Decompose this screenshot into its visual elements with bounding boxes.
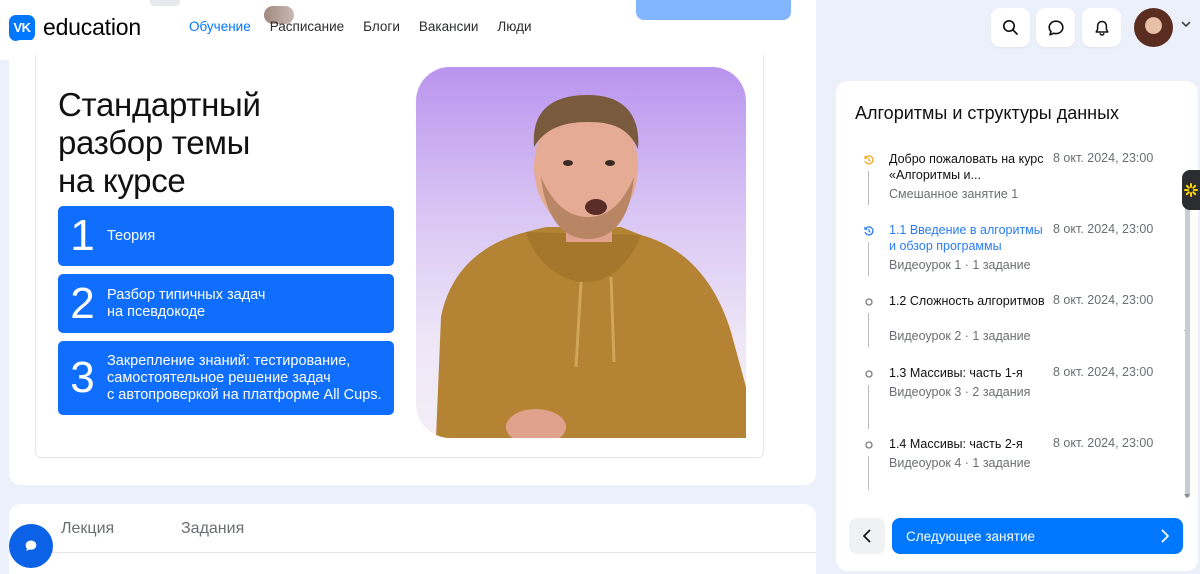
lesson-tabs: Лекция Задания	[9, 504, 816, 574]
scrolled-button-fragment	[636, 0, 791, 20]
lesson-date: 8 окт. 2024, 23:00	[1053, 222, 1154, 236]
messages-button[interactable]	[1036, 8, 1075, 47]
step-text-line: Разбор типичных задач	[107, 286, 266, 303]
lesson-item[interactable]: 1.4 Массивы: часть 2-я Видеоурок 4 · 1 з…	[864, 436, 1174, 502]
scrolled-content-fragment	[150, 0, 180, 6]
lesson-meta: Смешанное занятие 1	[889, 187, 1019, 201]
slide-title: Стандартный разбор темы на курсе	[58, 86, 261, 200]
nav-item-blogs[interactable]: Блоги	[363, 19, 400, 34]
circle-icon	[865, 370, 873, 378]
lesson-item[interactable]: 1.2 Сложность алгоритмов Видеоурок 2 · 1…	[864, 293, 1174, 359]
avatar[interactable]	[1134, 8, 1173, 47]
slide-step-3: 3 Закрепление знаний: тестирование, само…	[58, 341, 394, 415]
step-number: 3	[70, 353, 95, 402]
step-text: Закрепление знаний: тестирование, самост…	[107, 353, 382, 404]
lesson-timeline-line	[868, 171, 869, 205]
slide-title-line: Стандартный	[58, 86, 261, 123]
search-icon	[1002, 19, 1018, 35]
tab-lecture[interactable]: Лекция	[61, 520, 114, 538]
next-lesson-label: Следующее занятие	[906, 528, 1036, 544]
step-text-line: самостоятельное решение задач	[107, 369, 331, 386]
step-text: Разбор типичных задач на псевдокоде	[107, 287, 265, 321]
sidebar-scrollbar[interactable]	[1185, 178, 1190, 498]
lesson-item-current[interactable]: 1.1 Введение в алгоритмы и обзор програм…	[864, 222, 1174, 288]
lesson-date: 8 окт. 2024, 23:00	[1053, 151, 1154, 165]
tab-assignments[interactable]: Задания	[181, 520, 244, 538]
lesson-item[interactable]: 1.3 Массивы: часть 1-я Видеоурок 3 · 2 з…	[864, 365, 1174, 431]
brand-name: education	[43, 14, 141, 40]
vk-logo-icon: VK	[9, 14, 35, 41]
nav-item-people[interactable]: Люди	[497, 19, 531, 34]
support-chat-button[interactable]	[9, 524, 53, 568]
lesson-meta: Видеоурок 1 · 1 задание	[889, 258, 1031, 272]
chevron-right-icon	[1161, 529, 1169, 543]
next-lesson-button[interactable]: Следующее занятие	[892, 518, 1183, 554]
slide-title-line: на курсе	[58, 162, 186, 199]
lecturer-illustration	[436, 95, 746, 438]
sparkle-icon	[1184, 183, 1198, 197]
nav-item-schedule[interactable]: Расписание	[270, 19, 344, 34]
lesson-meta: Видеоурок 3 · 2 задания	[889, 385, 1031, 399]
assistant-widget[interactable]	[1182, 170, 1200, 210]
lesson-timeline-line	[868, 242, 869, 276]
chat-bubble-icon	[25, 540, 37, 551]
step-text-line: Закрепление знаний: тестирование,	[107, 352, 351, 369]
step-text: Теория	[107, 228, 155, 245]
lesson-meta: Видеоурок 2 · 1 задание	[889, 329, 1031, 343]
lesson-timeline-line	[868, 385, 869, 429]
tabs-divider	[9, 552, 816, 553]
lesson-timeline-line	[868, 456, 869, 490]
history-icon	[864, 155, 874, 165]
nav-item-vacancies[interactable]: Вакансии	[419, 19, 479, 34]
nav-item-learning[interactable]: Обучение	[189, 19, 251, 34]
chevron-left-icon	[863, 529, 871, 543]
chat-icon	[1047, 19, 1064, 36]
slide-title-line: разбор темы	[58, 124, 251, 161]
lesson-date: 8 окт. 2024, 23:00	[1053, 365, 1154, 379]
lesson-date: 8 окт. 2024, 23:00	[1053, 436, 1154, 450]
history-icon	[864, 226, 874, 236]
chevron-down-icon[interactable]	[1180, 18, 1192, 30]
notifications-button[interactable]	[1082, 8, 1121, 47]
lesson-meta: Видеоурок 4 · 1 задание	[889, 456, 1031, 470]
course-sidebar: Алгоритмы и структуры данных Добро пожал…	[836, 81, 1198, 571]
lesson-title: Добро пожаловать на курс «Алгоритмы и...	[889, 152, 1044, 182]
bell-icon	[1094, 20, 1109, 36]
previous-lesson-button[interactable]	[849, 518, 885, 554]
main-nav: Обучение Расписание Блоги Вакансии Люди	[189, 19, 532, 34]
step-text-line: на псевдокоде	[107, 303, 206, 320]
search-button[interactable]	[991, 8, 1030, 47]
lesson-title: 1.3 Массивы: часть 1-я	[889, 366, 1023, 380]
lesson-timeline-line	[868, 313, 869, 347]
lesson-title: 1.2 Сложность алгоритмов	[889, 294, 1045, 308]
course-title: Алгоритмы и структуры данных	[855, 103, 1120, 123]
brand-logo[interactable]: VK education	[9, 14, 141, 41]
lesson-title: 1.1 Введение в алгоритмы и обзор програм…	[889, 223, 1043, 253]
lesson-item[interactable]: Добро пожаловать на курс «Алгоритмы и...…	[864, 151, 1174, 217]
lecturer-photo	[416, 67, 746, 438]
slide-step-1: 1 Теория	[58, 206, 394, 266]
circle-icon	[865, 441, 873, 449]
slide-step-2: 2 Разбор типичных задач на псевдокоде	[58, 274, 394, 333]
step-text-line: Теория	[107, 227, 156, 244]
step-number: 1	[70, 211, 95, 260]
scroll-down-arrow[interactable]	[1184, 493, 1190, 499]
lesson-date: 8 окт. 2024, 23:00	[1053, 293, 1154, 307]
lesson-title: 1.4 Массивы: часть 2-я	[889, 437, 1023, 451]
step-number: 2	[70, 278, 95, 328]
circle-icon	[865, 298, 873, 306]
step-text-line: с автопроверкой на платформе All Cups.	[107, 386, 382, 403]
